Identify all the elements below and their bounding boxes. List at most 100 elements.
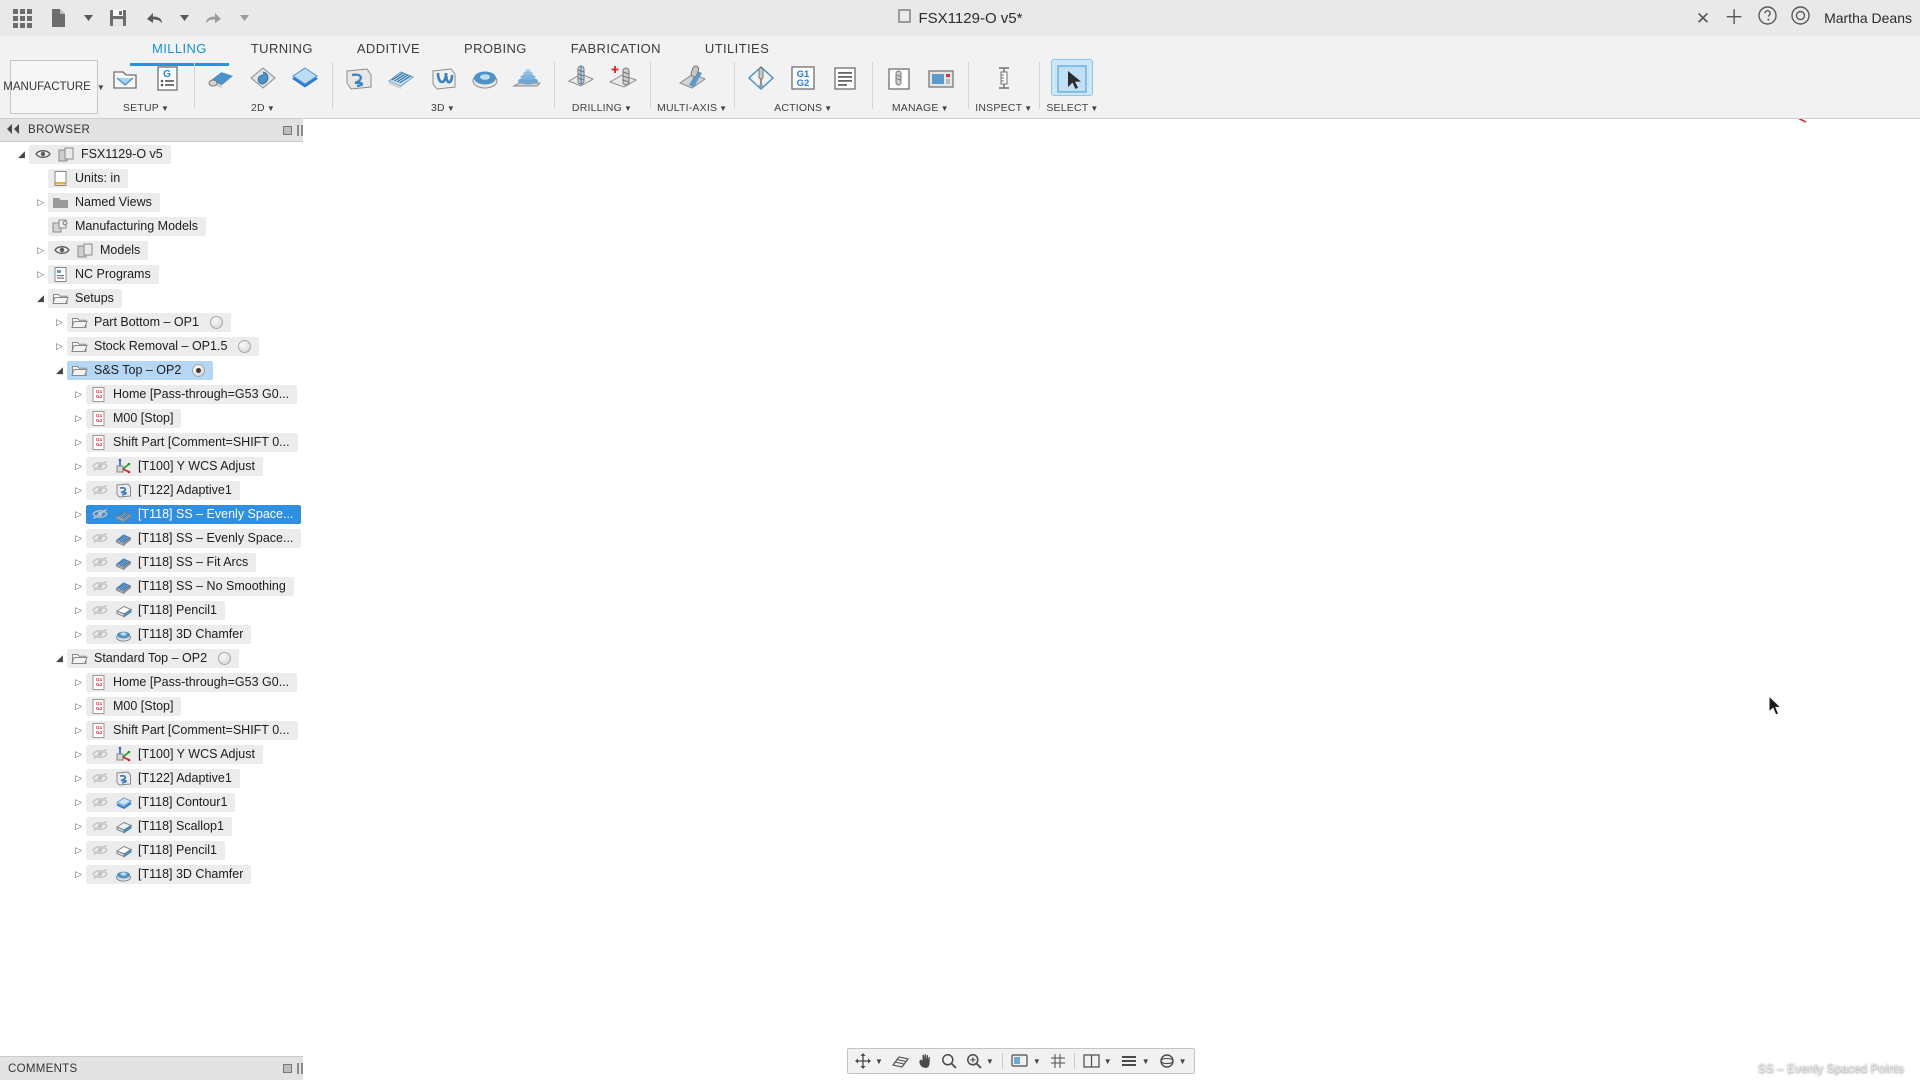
eye-hidden-icon[interactable] bbox=[90, 820, 109, 832]
tree-row[interactable]: ▷ G1 G2 Home [Pass-through=G53 G0... bbox=[0, 382, 303, 406]
tree-row[interactable]: ▷ G1 G2 M00 [Stop] bbox=[0, 406, 303, 430]
eye-hidden-icon[interactable] bbox=[90, 628, 109, 640]
tree-row[interactable]: ▷ [T122] Adaptive1 bbox=[0, 478, 303, 502]
spiral-button[interactable] bbox=[507, 60, 547, 93]
workspace-selector[interactable]: MANUFACTURE ▼ bbox=[3, 60, 105, 114]
tree-item[interactable]: Standard Top – OP2 bbox=[67, 648, 240, 668]
user-name[interactable]: Martha Deans bbox=[1824, 10, 1912, 26]
tree-item[interactable]: [T118] Pencil1 bbox=[86, 840, 225, 860]
notifications-icon[interactable] bbox=[1791, 6, 1810, 30]
chevron-right-icon[interactable]: ▷ bbox=[71, 821, 86, 832]
tree-item[interactable]: Units: in bbox=[48, 168, 129, 188]
chevron-right-icon[interactable]: ▷ bbox=[71, 389, 86, 400]
undo-dropdown-icon[interactable] bbox=[173, 2, 195, 34]
eye-hidden-icon[interactable] bbox=[90, 556, 109, 568]
eye-icon[interactable] bbox=[52, 244, 71, 256]
tree-item[interactable]: NC Programs bbox=[48, 264, 159, 284]
undo-icon[interactable] bbox=[137, 2, 171, 34]
chevron-down-icon[interactable]: ◢ bbox=[33, 293, 48, 304]
g1-g2-button[interactable]: G1 G2 bbox=[783, 60, 823, 93]
tree-row[interactable]: ▷ [T118] 3D Chamfer bbox=[0, 862, 303, 886]
chevron-right-icon[interactable]: ▷ bbox=[52, 341, 67, 352]
pan-hand-button[interactable] bbox=[914, 1050, 936, 1072]
chevron-down-icon[interactable]: ▼ bbox=[1142, 1057, 1150, 1066]
activate-setup-toggle[interactable] bbox=[218, 651, 232, 665]
chevron-right-icon[interactable]: ▷ bbox=[71, 797, 86, 808]
new-document-dropdown-icon[interactable] bbox=[77, 2, 99, 34]
tree-item[interactable]: [T100] Y WCS Adjust bbox=[86, 744, 263, 764]
tree-item[interactable]: [T118] SS – Evenly Space... bbox=[86, 528, 302, 548]
tree-item[interactable]: G1 G2 Home [Pass-through=G53 G0... bbox=[86, 384, 298, 404]
chevron-down-icon[interactable]: ◢ bbox=[52, 365, 67, 376]
eye-hidden-icon[interactable] bbox=[90, 604, 109, 616]
tree-item[interactable]: [T118] Pencil1 bbox=[86, 600, 225, 620]
bore-button[interactable] bbox=[603, 60, 643, 93]
chevron-right-icon[interactable]: ▷ bbox=[71, 845, 86, 856]
chevron-down-icon[interactable]: ▼ bbox=[824, 104, 832, 113]
activate-setup-toggle[interactable] bbox=[209, 315, 223, 329]
chevron-right-icon[interactable]: ▷ bbox=[71, 869, 86, 880]
eye-hidden-icon[interactable] bbox=[90, 748, 109, 760]
eye-hidden-icon[interactable] bbox=[90, 460, 109, 472]
probe-button[interactable] bbox=[741, 60, 781, 93]
select-cursor-button[interactable] bbox=[1051, 59, 1094, 96]
eye-hidden-icon[interactable] bbox=[90, 580, 109, 592]
activate-setup-toggle[interactable] bbox=[192, 363, 206, 377]
tree-row[interactable]: ▷ G1 G2 M00 [Stop] bbox=[0, 694, 303, 718]
redo-dropdown-icon[interactable] bbox=[233, 2, 255, 34]
chevron-down-icon[interactable]: ▼ bbox=[447, 104, 455, 113]
tree-row[interactable]: ▷ G1 G2 Home [Pass-through=G53 G0... bbox=[0, 670, 303, 694]
chevron-right-icon[interactable]: ▷ bbox=[71, 749, 86, 760]
chevron-down-icon[interactable]: ▼ bbox=[1179, 1057, 1187, 1066]
chevron-down-icon[interactable]: ◢ bbox=[14, 149, 29, 160]
activate-setup-toggle[interactable] bbox=[238, 339, 252, 353]
tree-item[interactable]: G1 G2 M00 [Stop] bbox=[86, 408, 182, 428]
chevron-right-icon[interactable]: ▷ bbox=[71, 557, 86, 568]
tree-item[interactable]: FSX1129-O v5 bbox=[29, 144, 171, 164]
chevron-right-icon[interactable]: ▷ bbox=[71, 677, 86, 688]
tree-item[interactable]: Stock Removal – OP1.5 bbox=[67, 336, 260, 356]
tree-item[interactable]: [T122] Adaptive1 bbox=[86, 768, 240, 788]
zoom-window-button[interactable]: ▼ bbox=[962, 1050, 998, 1072]
tree-item[interactable]: S&S Top – OP2 bbox=[67, 360, 214, 380]
eye-hidden-icon[interactable] bbox=[90, 532, 109, 544]
tree-item[interactable]: [T118] Contour1 bbox=[86, 792, 236, 812]
chevron-right-icon[interactable]: ▷ bbox=[71, 461, 86, 472]
measure-button[interactable] bbox=[984, 60, 1024, 93]
tree-row[interactable]: ▷ [T122] Adaptive1 bbox=[0, 766, 303, 790]
tree-item[interactable]: Models bbox=[48, 240, 149, 260]
tree-row[interactable]: ▷ Part Bottom – OP1 bbox=[0, 310, 303, 334]
chevron-down-icon[interactable]: ▼ bbox=[875, 1057, 883, 1066]
chevron-right-icon[interactable]: ▷ bbox=[71, 629, 86, 640]
chevron-right-icon[interactable]: ▷ bbox=[33, 269, 48, 280]
tree-item[interactable]: [T118] 3D Chamfer bbox=[86, 624, 252, 644]
2d-contour-button[interactable] bbox=[285, 60, 325, 93]
tree-row[interactable]: ◢ Standard Top – OP2 bbox=[0, 646, 303, 670]
add-tab-icon[interactable]: ＋ bbox=[1724, 8, 1744, 28]
scallop-button[interactable] bbox=[423, 60, 463, 93]
tree-row[interactable]: ▷ [T118] SS – Evenly Space... bbox=[0, 526, 303, 550]
grid-snaps-button[interactable] bbox=[1046, 1050, 1070, 1072]
chevron-right-icon[interactable]: ▷ bbox=[71, 773, 86, 784]
viewports-button[interactable]: ▼ bbox=[1079, 1050, 1116, 1072]
face-button[interactable] bbox=[201, 60, 241, 93]
tree-item[interactable]: G1 G2 Home [Pass-through=G53 G0... bbox=[86, 672, 298, 692]
eye-icon[interactable] bbox=[33, 148, 52, 160]
tree-item[interactable]: [T100] Y WCS Adjust bbox=[86, 456, 263, 476]
chevron-down-icon[interactable]: ▼ bbox=[267, 104, 275, 113]
orbit-button[interactable]: ▼ bbox=[1155, 1050, 1191, 1072]
comments-dock-icon[interactable] bbox=[283, 1064, 292, 1073]
tree-row[interactable]: ▷ [T118] 3D Chamfer bbox=[0, 622, 303, 646]
close-icon[interactable]: ✕ bbox=[1696, 10, 1710, 27]
orbit-pan-button[interactable]: ▼ bbox=[851, 1050, 887, 1072]
tree-row[interactable]: ◢ FSX1129-O v5 bbox=[0, 142, 303, 166]
chevron-down-icon[interactable]: ▼ bbox=[719, 104, 727, 113]
2d-adaptive-button[interactable] bbox=[243, 60, 283, 93]
tree-item[interactable]: [T118] SS – Evenly Space... bbox=[86, 504, 302, 524]
tree-row[interactable]: ▷ G1 G2 Shift Part [Comment=SHIFT 0... bbox=[0, 430, 303, 454]
chevron-down-icon[interactable]: ▼ bbox=[1033, 1057, 1041, 1066]
tree-row[interactable]: ▷ NC Programs bbox=[0, 262, 303, 286]
eye-hidden-icon[interactable] bbox=[90, 796, 109, 808]
redo-icon[interactable] bbox=[197, 2, 231, 34]
collapse-left-icon[interactable] bbox=[6, 123, 20, 137]
